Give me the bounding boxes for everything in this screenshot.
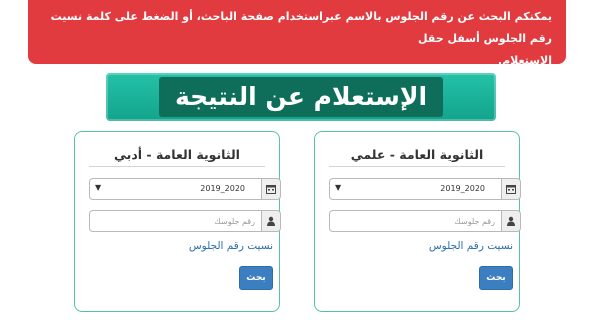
year-select-group: ▼ 2019_2020 [89, 178, 281, 200]
seat-number-group [89, 210, 281, 232]
forgot-seat-number-link[interactable]: نسيت رقم الجلوس [429, 240, 513, 252]
card-title: الثانوية العامة - أدبي [89, 142, 265, 167]
user-icon [501, 210, 521, 232]
user-icon [261, 210, 281, 232]
science-card: الثانوية العامة - علمي ▼ 2019_2020 نسيت … [314, 131, 521, 312]
year-select-value: 2019_2020 [200, 184, 245, 193]
search-button[interactable]: بحث [479, 266, 513, 290]
year-select-group: ▼ 2019_2020 [329, 178, 521, 200]
calendar-icon [261, 178, 281, 200]
calendar-icon [501, 178, 521, 200]
chevron-down-icon: ▼ [95, 183, 102, 192]
year-select[interactable]: ▼ 2019_2020 [329, 178, 501, 200]
seat-number-group [329, 210, 521, 232]
search-button[interactable]: بحث [239, 266, 273, 290]
chevron-down-icon: ▼ [335, 183, 342, 192]
year-select[interactable]: ▼ 2019_2020 [89, 178, 261, 200]
year-select-value: 2019_2020 [440, 184, 485, 193]
forgot-seat-number-link[interactable]: نسيت رقم الجلوس [189, 240, 273, 252]
alert-text-line2: الإستعلام. [497, 54, 552, 67]
literary-card: الثانوية العامة - أدبي ▼ 2019_2020 نسيت … [74, 131, 281, 312]
seat-number-input[interactable] [89, 210, 261, 232]
banner-title: الإستعلام عن النتيجة [159, 77, 443, 117]
results-banner: الإستعلام عن النتيجة [106, 73, 496, 121]
seat-number-input[interactable] [329, 210, 501, 232]
card-title: الثانوية العامة - علمي [329, 142, 505, 167]
alert-text-line1: يمكنكم البحث عن رقم الجلوس بالاسم عبراست… [50, 10, 552, 45]
info-alert: يمكنكم البحث عن رقم الجلوس بالاسم عبراست… [28, 0, 566, 67]
